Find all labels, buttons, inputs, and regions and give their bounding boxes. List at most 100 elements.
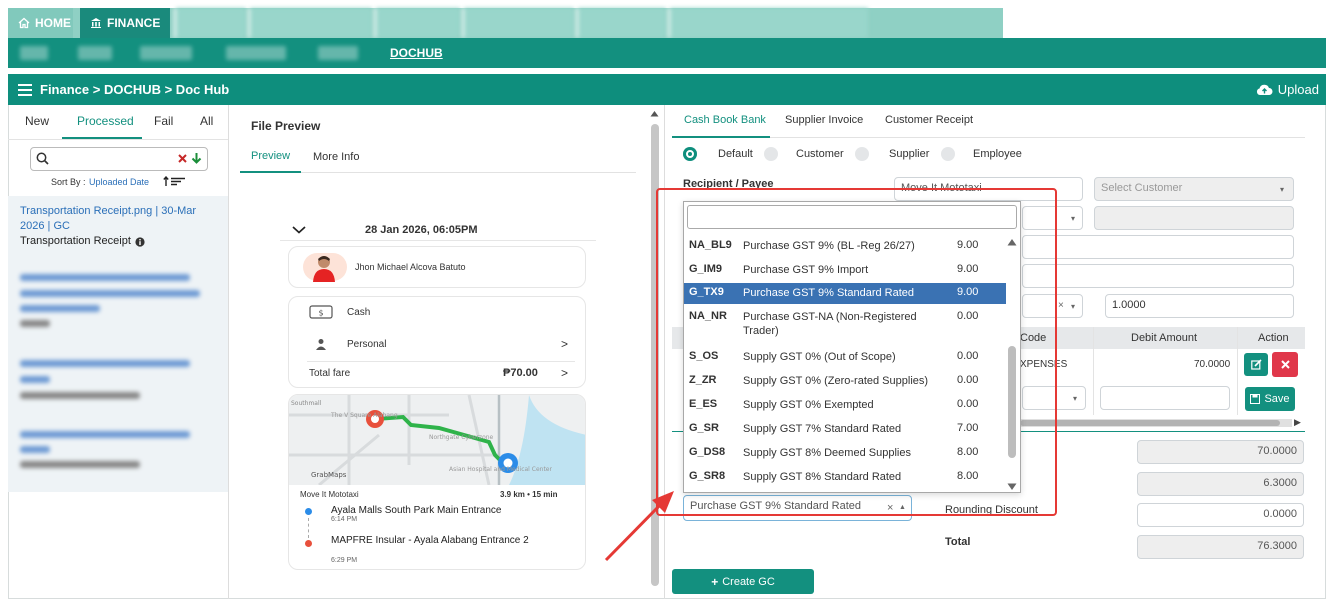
clear-icon[interactable] bbox=[178, 154, 187, 163]
caret-down-icon: ▾ bbox=[1280, 185, 1285, 194]
list-item-blurred[interactable] bbox=[20, 290, 200, 297]
top-tab-blurred[interactable] bbox=[248, 8, 372, 38]
map-place-vsquare: The V Square Alabang bbox=[330, 412, 398, 419]
tab-fail[interactable]: Fail bbox=[154, 114, 173, 128]
total-label: Total bbox=[945, 536, 971, 548]
arrow-down-icon[interactable] bbox=[191, 152, 202, 164]
list-item-blurred bbox=[20, 392, 140, 399]
tab-more-info[interactable]: More Info bbox=[313, 151, 359, 163]
list-item-blurred[interactable] bbox=[20, 376, 50, 383]
sub-nav-bar bbox=[8, 38, 1326, 68]
top-tab-finance[interactable]: FINANCE bbox=[80, 8, 170, 38]
row-debit-input[interactable] bbox=[1100, 386, 1230, 410]
top-tab-blurred[interactable] bbox=[174, 8, 246, 38]
list-item-blurred[interactable] bbox=[20, 431, 190, 438]
column-divider bbox=[228, 105, 229, 599]
menu-icon[interactable] bbox=[18, 84, 32, 96]
list-item-blurred[interactable] bbox=[20, 274, 190, 281]
tab-all[interactable]: All bbox=[200, 114, 213, 128]
tab-customer-receipt[interactable]: Customer Receipt bbox=[885, 114, 973, 126]
pickup-marker-icon bbox=[305, 508, 312, 515]
map-place-asian-hospital: Asian Hospital and Medical Center bbox=[449, 466, 552, 473]
top-tab-home[interactable]: HOME bbox=[8, 8, 73, 38]
sort-icon[interactable] bbox=[163, 176, 187, 187]
radio-default[interactable] bbox=[683, 147, 697, 161]
sub-nav-dochub[interactable]: DOCHUB bbox=[390, 46, 443, 60]
customer-select[interactable]: Select Customer bbox=[1094, 177, 1294, 201]
radio-customer[interactable] bbox=[764, 147, 778, 161]
payment-method: Cash bbox=[347, 307, 371, 318]
route-connector bbox=[308, 518, 309, 538]
field-input[interactable] bbox=[1022, 264, 1294, 288]
breadcrumb: Finance > DOCHUB > Doc Hub bbox=[40, 82, 230, 97]
caret-down-icon: ▾ bbox=[1071, 302, 1076, 311]
divider bbox=[280, 240, 596, 241]
radio-default-label: Default bbox=[718, 148, 753, 160]
sub-nav-item[interactable] bbox=[318, 46, 358, 60]
top-tab-blurred[interactable] bbox=[462, 8, 574, 38]
person-icon bbox=[316, 339, 326, 350]
upload-button[interactable]: Upload bbox=[1256, 82, 1319, 97]
tab-processed[interactable]: Processed bbox=[77, 114, 134, 128]
cash-icon: $ bbox=[309, 305, 333, 319]
field-input[interactable] bbox=[1022, 235, 1294, 259]
sub-nav-item[interactable] bbox=[140, 46, 192, 60]
list-item-active[interactable]: Transportation Receipt.png | 30-Mar 2026… bbox=[20, 204, 210, 249]
trip-distance: 3.9 km • 15 min bbox=[500, 490, 558, 499]
list-item-subtitle: Transportation Receipt bbox=[20, 235, 131, 247]
top-tab-blurred[interactable] bbox=[668, 8, 868, 38]
info-icon[interactable] bbox=[135, 236, 145, 247]
list-item-blurred[interactable] bbox=[20, 360, 190, 367]
chevron-right-icon: > bbox=[561, 366, 569, 380]
dropoff-location: MAPFRE Insular - Ayala Alabang Entrance … bbox=[331, 535, 529, 546]
route-map: Southmall The V Square Alabang Northgate… bbox=[289, 395, 585, 487]
save-button[interactable]: Save bbox=[1245, 387, 1295, 411]
total-fare-label: Total fare bbox=[309, 368, 351, 379]
caret-down-icon: ▾ bbox=[1071, 214, 1076, 223]
divider bbox=[307, 361, 575, 362]
sub-nav-item[interactable] bbox=[20, 46, 48, 60]
sub-nav-item[interactable] bbox=[78, 46, 112, 60]
list-item-blurred[interactable] bbox=[20, 446, 50, 453]
create-gc-button[interactable]: + Create GC bbox=[672, 569, 814, 594]
active-tab-underline bbox=[240, 171, 301, 173]
tab-supplier-invoice[interactable]: Supplier Invoice bbox=[785, 114, 863, 126]
svg-text:$: $ bbox=[318, 309, 323, 318]
list-item-blurred bbox=[20, 461, 140, 468]
delete-button[interactable] bbox=[1272, 352, 1298, 377]
scroll-up-icon[interactable] bbox=[650, 110, 659, 117]
rounding-discount-input[interactable]: 0.0000 bbox=[1137, 503, 1304, 527]
receipt-date: 28 Jan 2026, 06:05PM bbox=[365, 224, 478, 236]
tab-new[interactable]: New bbox=[25, 114, 49, 128]
exchange-rate-input[interactable]: 1.0000 bbox=[1105, 294, 1294, 318]
sort-value[interactable]: Uploaded Date bbox=[89, 177, 149, 187]
edit-button[interactable] bbox=[1244, 353, 1268, 376]
field-readonly bbox=[1094, 206, 1294, 230]
finance-label: FINANCE bbox=[107, 16, 161, 30]
cloud-upload-icon bbox=[1256, 84, 1273, 95]
radio-employee-label: Employee bbox=[973, 148, 1022, 160]
pickup-location: Ayala Malls South Park Main Entrance bbox=[331, 505, 502, 516]
total-fare-value: ₱70.00 bbox=[503, 367, 538, 379]
col-debit-amount: Debit Amount bbox=[1131, 332, 1198, 344]
top-tab-blurred[interactable] bbox=[576, 8, 666, 38]
tab-preview[interactable]: Preview bbox=[251, 150, 290, 162]
list-item-blurred[interactable] bbox=[20, 305, 100, 312]
file-preview-title: File Preview bbox=[251, 119, 321, 133]
radio-supplier[interactable] bbox=[855, 147, 869, 161]
home-label: HOME bbox=[35, 16, 71, 30]
dropoff-marker-icon bbox=[305, 540, 312, 547]
list-item-title[interactable]: Transportation Receipt.png | 30-Mar 2026… bbox=[20, 204, 210, 234]
close-icon bbox=[1280, 360, 1290, 369]
row-debit-amount: 70.0000 bbox=[1194, 359, 1231, 370]
clear-icon[interactable]: × bbox=[1058, 300, 1064, 311]
top-tab-blurred[interactable] bbox=[374, 8, 460, 38]
table-scrollbar[interactable] bbox=[1020, 420, 1280, 426]
active-tab-underline bbox=[672, 136, 770, 138]
scroll-right-icon[interactable]: ▶ bbox=[1294, 417, 1301, 428]
radio-employee[interactable] bbox=[941, 147, 955, 161]
sub-nav-item[interactable] bbox=[226, 46, 286, 60]
map-place-southmall: Southmall bbox=[291, 400, 322, 407]
map-place-northgate: Northgate Cyberzone bbox=[429, 434, 494, 441]
tab-cash-book-bank[interactable]: Cash Book Bank bbox=[684, 114, 766, 126]
